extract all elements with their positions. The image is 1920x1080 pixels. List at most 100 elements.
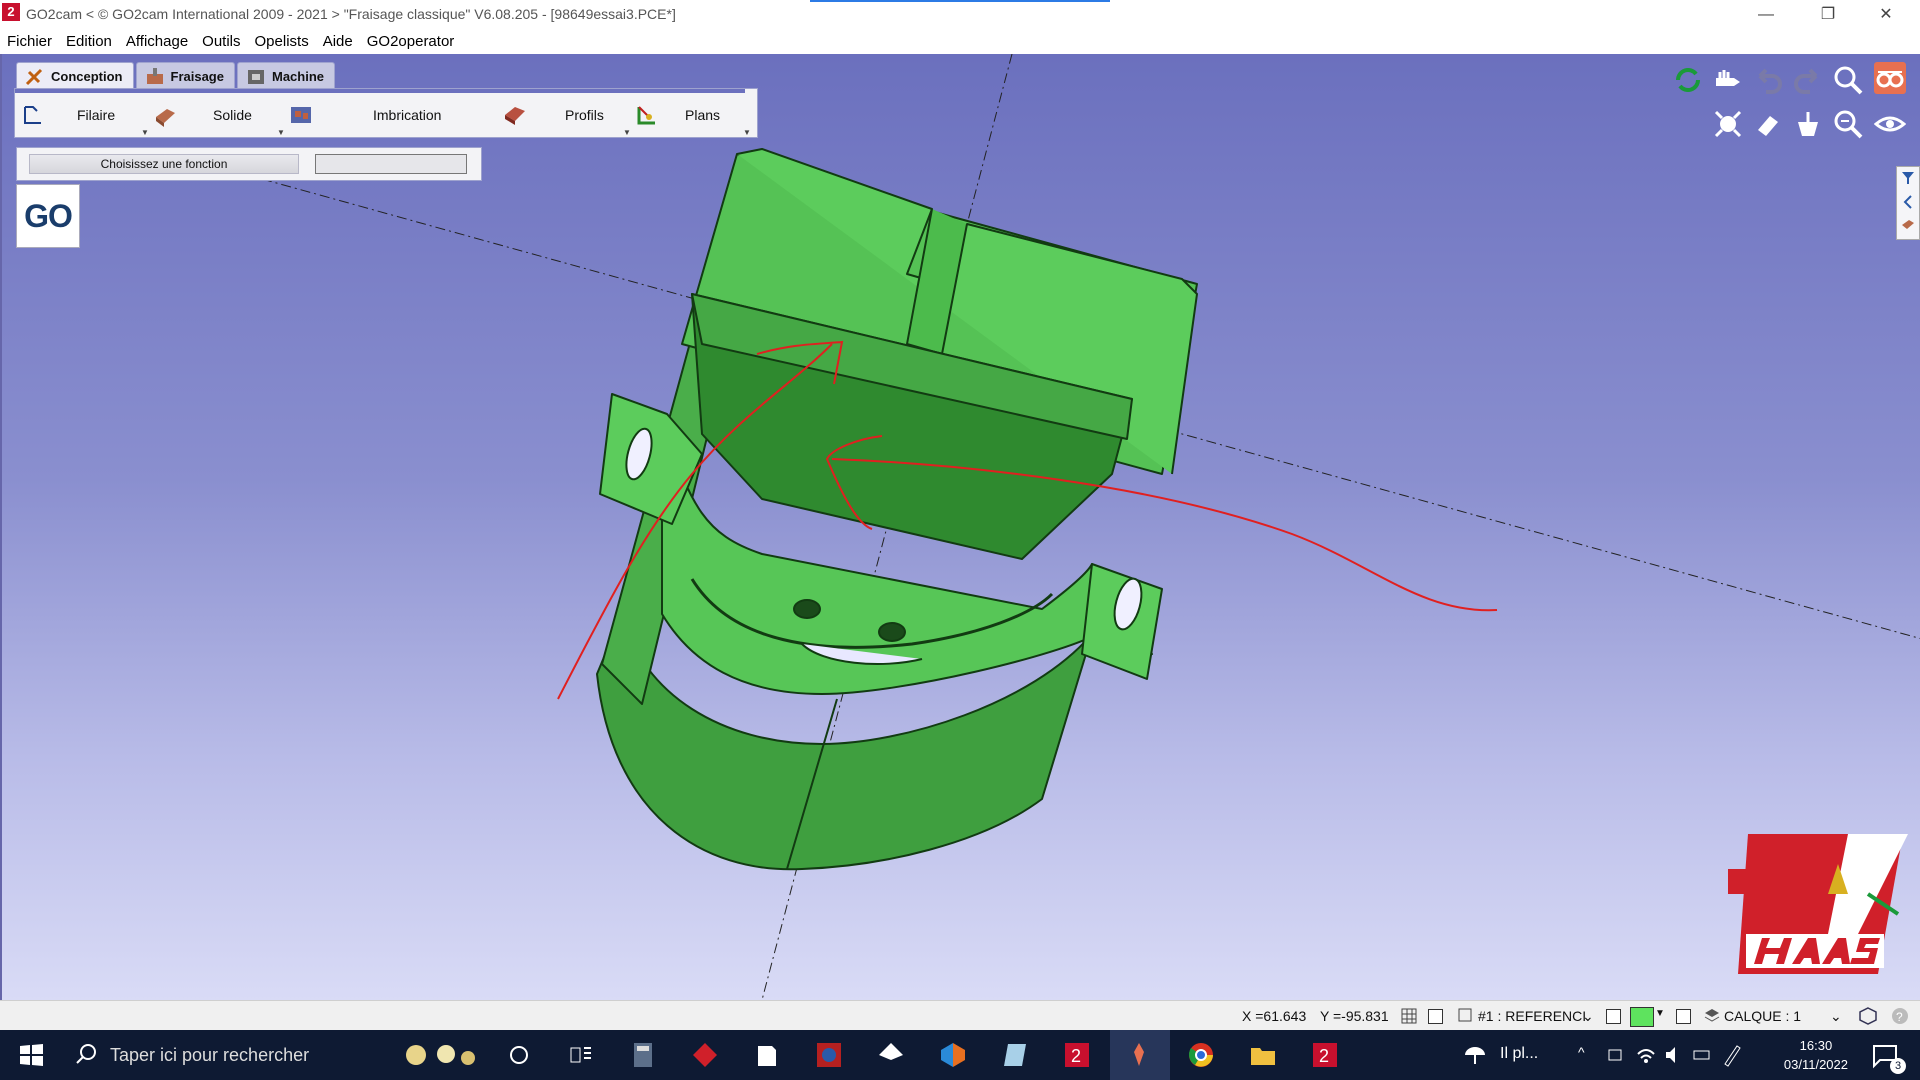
y-coordinate: Y =-95.831 bbox=[1320, 1008, 1389, 1024]
minimize-button[interactable]: — bbox=[1744, 2, 1788, 28]
clock-date: 03/11/2022 bbox=[1783, 1057, 1848, 1072]
chevron-down-icon[interactable]: ▼ bbox=[1655, 1008, 1665, 1019]
undo-icon[interactable] bbox=[1752, 64, 1784, 96]
help-icon[interactable]: ? bbox=[1890, 1006, 1910, 1026]
tool-profils[interactable]: Profils ▼ bbox=[501, 101, 631, 137]
function-prompt-panel: Choisissez une fonction bbox=[16, 147, 482, 181]
solid-shape-icon[interactable] bbox=[1901, 217, 1915, 231]
weather-rain-icon[interactable] bbox=[1460, 1040, 1490, 1070]
menu-outils[interactable]: Outils bbox=[195, 30, 247, 50]
tool-imbrication[interactable]: Imbrication bbox=[287, 101, 499, 131]
pan-hand-icon[interactable] bbox=[1712, 64, 1744, 96]
pin-app-icon[interactable] bbox=[1124, 1040, 1154, 1070]
chevron-up-icon[interactable]: ^ bbox=[1578, 1044, 1585, 1060]
tool-plans-label: Plans bbox=[685, 107, 721, 123]
inkscape-icon[interactable] bbox=[876, 1040, 906, 1070]
chevron-down-icon[interactable]: ⌄ bbox=[1582, 1008, 1594, 1025]
cube-view-icon[interactable] bbox=[1858, 1006, 1878, 1026]
tool-plans[interactable]: Plans ▼ bbox=[633, 101, 753, 137]
menu-edition[interactable]: Edition bbox=[59, 30, 119, 50]
cortana-icon[interactable] bbox=[504, 1040, 534, 1070]
cad-app-icon[interactable] bbox=[938, 1040, 968, 1070]
go-button[interactable]: GO bbox=[16, 184, 80, 248]
menu-go2operator[interactable]: GO2operator bbox=[360, 30, 462, 50]
color-swatch[interactable] bbox=[1630, 1007, 1654, 1027]
calculator-icon[interactable] bbox=[628, 1040, 658, 1070]
chevron-down-icon[interactable]: ▼ bbox=[141, 128, 149, 137]
restore-button[interactable]: ❐ bbox=[1806, 2, 1850, 28]
tab-fraisage[interactable]: Fraisage bbox=[135, 62, 235, 89]
go2cam-taskbar-icon[interactable]: 2 bbox=[1062, 1040, 1092, 1070]
volume-icon[interactable] bbox=[1664, 1040, 1684, 1070]
chevron-down-icon[interactable]: ▼ bbox=[277, 128, 285, 137]
grid-icon[interactable] bbox=[1400, 1007, 1418, 1025]
tab-machine[interactable]: Machine bbox=[236, 62, 335, 89]
layer-checkbox[interactable] bbox=[1676, 1009, 1691, 1024]
function-prompt: Choisissez une fonction bbox=[29, 154, 299, 174]
tool-solide[interactable]: Solide ▼ bbox=[151, 101, 285, 137]
wifi-icon[interactable] bbox=[1636, 1040, 1656, 1070]
menu-aide[interactable]: Aide bbox=[316, 30, 360, 50]
refresh-icon[interactable] bbox=[1672, 64, 1704, 96]
windows-start-icon[interactable] bbox=[16, 1040, 46, 1070]
tab-conception[interactable]: Conception bbox=[16, 62, 134, 91]
zoom-icon[interactable] bbox=[1832, 64, 1864, 96]
title-accent-line bbox=[810, 0, 1110, 2]
antivirus-icon[interactable] bbox=[690, 1040, 720, 1070]
clean-brush-icon[interactable] bbox=[1792, 108, 1824, 140]
notes-app-icon[interactable] bbox=[1000, 1040, 1030, 1070]
layer-select[interactable]: CALQUE : 1 bbox=[1724, 1008, 1801, 1024]
pen-icon[interactable] bbox=[1722, 1040, 1742, 1070]
task-view-icon[interactable] bbox=[566, 1040, 596, 1070]
folder-icon[interactable] bbox=[1248, 1040, 1278, 1070]
glasses-icon[interactable] bbox=[1874, 62, 1906, 94]
zoom-fit-icon[interactable] bbox=[1832, 108, 1864, 140]
wireframe-icon bbox=[24, 106, 41, 124]
clock[interactable]: 16:30 03/11/2022 bbox=[1784, 1036, 1848, 1074]
taskbar: Taper ici pour rechercher 2 2 Il pl... ^… bbox=[0, 1030, 1920, 1080]
eraser-icon[interactable] bbox=[1752, 108, 1784, 140]
filter-icon[interactable] bbox=[1901, 171, 1915, 185]
side-panel bbox=[1896, 166, 1920, 240]
menu-opelists[interactable]: Opelists bbox=[248, 30, 316, 50]
haas-wordmark bbox=[1746, 934, 1884, 968]
svg-text:2: 2 bbox=[1319, 1046, 1329, 1066]
meet-now-icon[interactable] bbox=[1606, 1040, 1626, 1070]
chevron-down-icon[interactable]: ▼ bbox=[623, 128, 631, 137]
explode-icon[interactable] bbox=[1712, 108, 1744, 140]
battery-icon[interactable] bbox=[1692, 1040, 1712, 1070]
nesting-icon bbox=[291, 107, 311, 123]
close-button[interactable]: ✕ bbox=[1864, 2, 1908, 28]
grid-checkbox[interactable] bbox=[1428, 1009, 1443, 1024]
chevron-left-icon[interactable] bbox=[1901, 195, 1915, 209]
machine-icon bbox=[247, 70, 264, 84]
profiles-icon bbox=[505, 107, 525, 125]
go2cam-second-icon[interactable]: 2 bbox=[1310, 1040, 1340, 1070]
conception-icon bbox=[25, 68, 43, 86]
scene-drawing bbox=[261, 54, 1920, 1000]
files-icon[interactable] bbox=[752, 1040, 782, 1070]
chevron-down-icon[interactable]: ▼ bbox=[743, 128, 751, 137]
redo-icon[interactable] bbox=[1792, 64, 1824, 96]
chrome-icon[interactable] bbox=[1186, 1040, 1216, 1070]
fusion-app-icon[interactable] bbox=[814, 1040, 844, 1070]
search-highlight-icon bbox=[406, 1045, 475, 1065]
tool-filaire[interactable]: Filaire ▼ bbox=[19, 101, 149, 137]
view-eye-icon[interactable] bbox=[1874, 108, 1906, 140]
menu-fichier[interactable]: Fichier bbox=[0, 30, 59, 50]
chevron-down-icon[interactable]: ⌄ bbox=[1830, 1008, 1842, 1025]
green-part-model bbox=[596, 148, 1198, 871]
search-icon[interactable] bbox=[72, 1040, 102, 1070]
function-input[interactable] bbox=[315, 154, 467, 174]
planes-icon bbox=[637, 106, 655, 125]
color-checkbox[interactable] bbox=[1606, 1009, 1621, 1024]
layers-icon bbox=[1704, 1009, 1720, 1022]
taskbar-search-input[interactable]: Taper ici pour rechercher bbox=[110, 1045, 309, 1066]
menu-affichage[interactable]: Affichage bbox=[119, 30, 195, 50]
x-coordinate: X =61.643 bbox=[1242, 1008, 1307, 1024]
reference-select[interactable]: #1 : REFERENCI bbox=[1478, 1008, 1586, 1024]
3d-viewport[interactable]: Conception Fraisage Machine Filaire ▼ So… bbox=[0, 54, 1920, 1000]
weather-text[interactable]: Il pl... bbox=[1500, 1045, 1538, 1063]
haas-logo bbox=[1728, 834, 1908, 974]
tab-fraisage-label: Fraisage bbox=[170, 69, 224, 84]
